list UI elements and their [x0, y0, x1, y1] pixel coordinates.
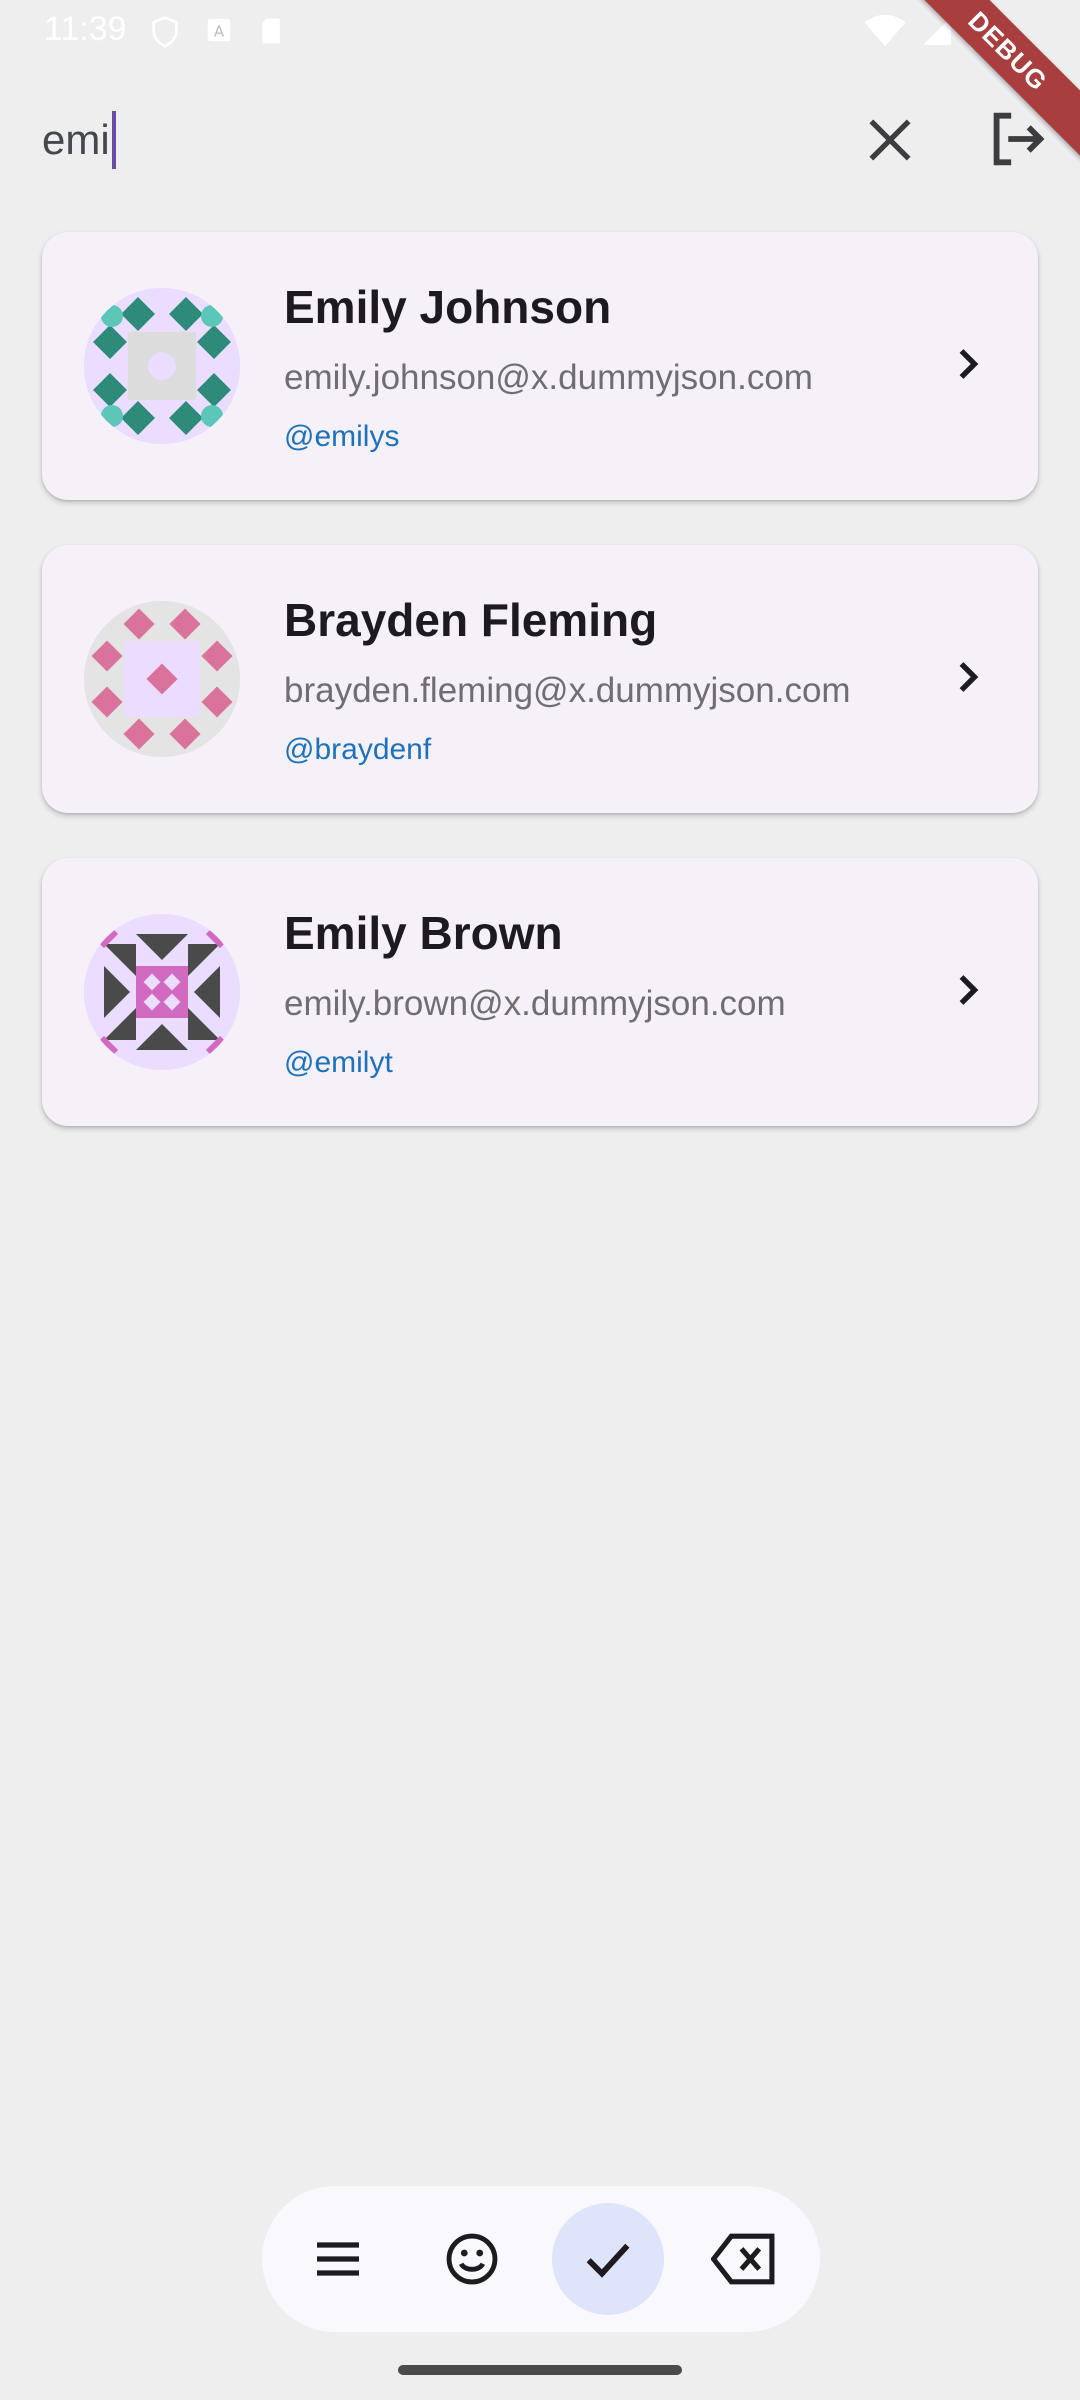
menu-icon	[317, 2242, 359, 2276]
user-name: Brayden Fleming	[284, 594, 658, 646]
status-bar: 11:39 A	[0, 0, 1080, 62]
avatar	[84, 914, 240, 1070]
backspace-icon	[711, 2233, 775, 2285]
user-list: Emily Johnson emily.johnson@x.dummyjson.…	[42, 232, 1038, 1171]
check-icon	[586, 2243, 630, 2278]
user-email: emily.brown@x.dummyjson.com	[284, 984, 786, 1023]
search-input[interactable]: emi	[42, 108, 822, 172]
user-email: emily.johnson@x.dummyjson.com	[284, 358, 813, 397]
avatar	[84, 288, 240, 444]
search-input-value: emi	[42, 116, 110, 163]
chevron-right-icon	[959, 975, 979, 1005]
chevron-right-icon	[959, 662, 979, 692]
user-card[interactable]: Emily Brown emily.brown@x.dummyjson.com …	[42, 858, 1038, 1126]
svg-text:A: A	[214, 22, 225, 40]
home-indicator[interactable]	[398, 2365, 682, 2375]
sd-card-icon	[262, 18, 280, 44]
keyboard-toolbar	[262, 2186, 820, 2332]
user-name: Emily Brown	[284, 907, 563, 959]
user-handle: @emilys	[284, 420, 400, 453]
close-icon	[869, 119, 911, 161]
user-handle: @emilyt	[284, 1046, 393, 1079]
status-icons-left: A	[148, 14, 286, 50]
text-caret	[111, 111, 116, 169]
clear-search-button[interactable]	[858, 108, 922, 172]
menu-button[interactable]	[282, 2203, 394, 2315]
user-card[interactable]: Emily Johnson emily.johnson@x.dummyjson.…	[42, 232, 1038, 500]
status-time: 11:39	[44, 10, 127, 48]
chevron-right-icon	[959, 349, 979, 379]
logout-button[interactable]	[982, 104, 1052, 174]
backspace-button[interactable]	[688, 2203, 800, 2315]
search-bar: emi	[0, 90, 1080, 186]
user-card[interactable]: Brayden Fleming brayden.fleming@x.dummyj…	[42, 545, 1038, 813]
logout-icon	[993, 112, 1045, 166]
keyboard-a-icon: A	[207, 18, 231, 42]
avatar	[84, 601, 240, 757]
user-handle: @braydenf	[284, 733, 432, 766]
user-name: Emily Johnson	[284, 281, 612, 333]
shield-icon	[152, 16, 178, 48]
emoji-icon	[446, 2233, 498, 2285]
emoji-button[interactable]	[416, 2203, 528, 2315]
wifi-icon	[864, 14, 906, 47]
user-email: brayden.fleming@x.dummyjson.com	[284, 671, 851, 710]
done-button[interactable]	[552, 2203, 664, 2315]
